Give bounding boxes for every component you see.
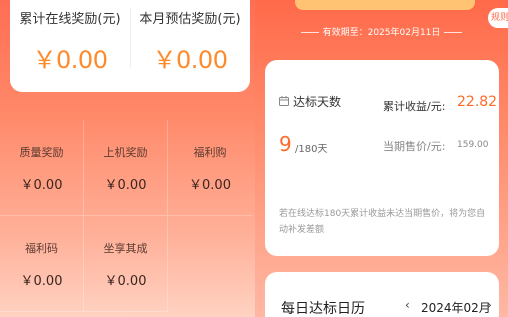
banner-decoration: [295, 0, 475, 10]
reward-cell-quality[interactable]: 质量奖励 ￥0.00: [0, 120, 84, 216]
rewards-panel: 累计在线奖励(元) ￥0.00 本月预估奖励(元) ￥0.00 质量奖励 ￥0.…: [0, 0, 255, 317]
compensation-panel: 规则 有效期至：2025年02月11日 达标天数 9 /180天 累计收益/元:…: [255, 0, 508, 317]
reward-cell-label: 坐享其成: [103, 242, 148, 255]
monthly-estimated-reward-value: ￥0.00: [152, 46, 228, 74]
reward-cell-label: 福利码: [25, 242, 58, 255]
validity-line: 有效期至：2025年02月11日: [255, 25, 508, 38]
cumulative-online-reward-label: 累计在线奖励(元): [19, 12, 121, 27]
reward-cell-label: 质量奖励: [19, 146, 64, 159]
reward-cell-value: ￥0.00: [20, 274, 63, 289]
reward-cell-value: ￥0.00: [20, 178, 63, 193]
prev-month-button[interactable]: ‹: [405, 298, 410, 312]
current-price-label: 当期售价/元:: [383, 140, 446, 153]
days-label: 达标天数: [293, 95, 342, 109]
reward-cell-online[interactable]: 上机奖励 ￥0.00: [84, 120, 168, 216]
days-value: 9: [279, 132, 292, 156]
progress-card: 达标天数 9 /180天 累计收益/元: 22.82 当期售价/元: 159.0…: [265, 60, 499, 256]
dash-decoration: [444, 32, 463, 33]
daily-calendar-title: 每日达标日历: [281, 301, 365, 317]
calendar-icon: [279, 96, 289, 106]
days-total: /180天: [295, 144, 328, 155]
reward-cell-label: 福利购: [193, 146, 227, 159]
cumulative-income-label: 累计收益/元:: [383, 100, 446, 113]
reward-cell-welfare-purchase[interactable]: 福利购 ￥0.00: [168, 120, 252, 216]
reward-cell-label: 上机奖励: [103, 146, 148, 159]
reward-cell-value: ￥0.00: [104, 274, 147, 289]
compensation-note: 若在线达标180天累计收益未达当期售价，将为您自动补发差额: [279, 209, 486, 235]
cumulative-online-reward-value: ￥0.00: [32, 46, 108, 74]
current-price-value: 159.00: [457, 140, 489, 150]
reward-cell-passive[interactable]: 坐享其成 ￥0.00: [84, 216, 168, 312]
reward-cell-welfare-code[interactable]: 福利码 ￥0.00: [0, 216, 84, 312]
reward-summary-card: 累计在线奖励(元) ￥0.00 本月预估奖励(元) ￥0.00: [10, 0, 250, 92]
reward-cell-value: ￥0.00: [104, 178, 147, 193]
next-month-button[interactable]: ›: [487, 298, 492, 312]
valid-until-text: 有效期至：2025年02月11日: [322, 28, 441, 38]
monthly-estimated-reward-label: 本月预估奖励(元): [139, 12, 241, 27]
dash-decoration: [300, 32, 319, 33]
cumulative-income-value: 22.82: [457, 94, 498, 110]
cumulative-online-reward: 累计在线奖励(元) ￥0.00: [10, 0, 130, 92]
reward-cell-value: ￥0.00: [189, 178, 231, 193]
monthly-estimated-reward: 本月预估奖励(元) ￥0.00: [130, 0, 250, 92]
current-month: 2024年02月: [421, 301, 491, 315]
daily-calendar-card: 每日达标日历 ‹ 2024年02月 ›: [265, 272, 499, 317]
